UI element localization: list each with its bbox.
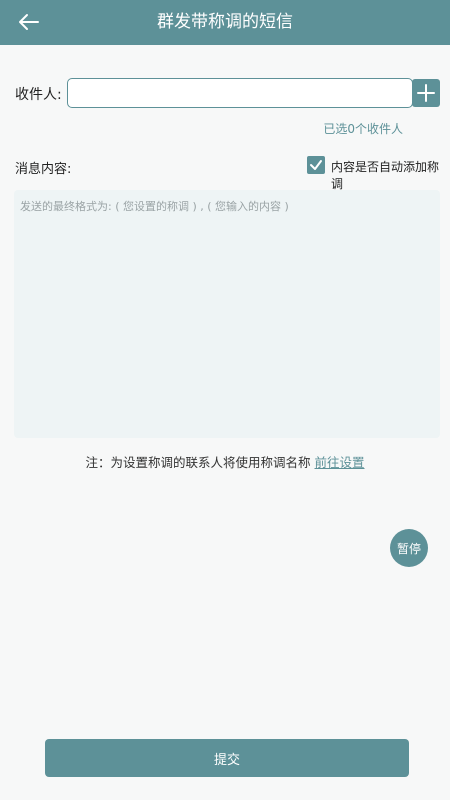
plus-icon	[417, 84, 435, 102]
note-description: 注：为设置称调的联系人将使用称调名称	[85, 455, 311, 470]
submit-button[interactable]: 提交	[45, 739, 409, 777]
selected-recipient-count: 已选0个收件人	[323, 122, 403, 136]
message-content-label: 消息内容:	[15, 162, 72, 177]
recipient-input[interactable]	[67, 78, 413, 108]
pause-button[interactable]: 暂停	[390, 529, 428, 567]
message-textarea[interactable]	[14, 190, 440, 438]
checkmark-icon	[310, 160, 322, 170]
app-header: 群发带称调的短信	[0, 0, 450, 45]
auto-title-checkbox[interactable]	[307, 156, 325, 174]
add-recipient-button[interactable]	[412, 79, 440, 107]
go-settings-link[interactable]: 前往设置	[315, 455, 365, 470]
recipient-label: 收件人:	[15, 87, 62, 103]
page-title: 群发带称调的短信	[157, 12, 293, 32]
auto-title-label: 内容是否自动添加称调	[331, 160, 440, 191]
note-text: 注：为设置称调的联系人将使用称调名称 前往设置	[0, 452, 450, 471]
